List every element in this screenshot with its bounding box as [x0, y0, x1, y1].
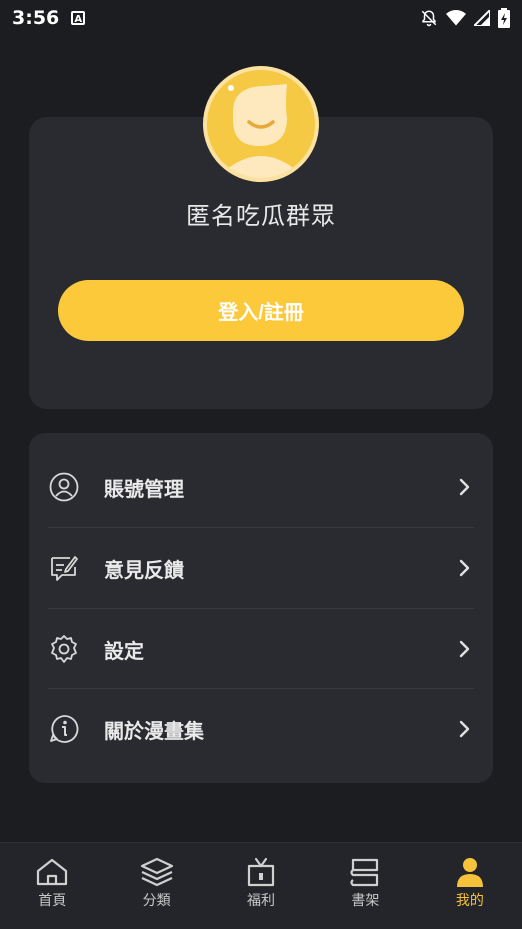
bookshelf-icon — [350, 858, 379, 887]
chevron-right-icon — [459, 720, 470, 738]
chevron-right-icon — [459, 478, 470, 496]
tab-label: 分類 — [142, 893, 171, 909]
menu-item-label: 設定 — [104, 638, 144, 663]
gift-icon — [247, 857, 275, 887]
menu-card: 賬號管理 意見反饋 設定 關於漫畫集 — [29, 433, 493, 783]
tab-label: 我的 — [455, 893, 484, 909]
bottom-tab-bar: 首頁 分類 福利 書架 我的 — [0, 842, 522, 929]
menu-item-feedback[interactable]: 意見反饋 — [48, 528, 474, 608]
a-icon: A — [71, 11, 86, 25]
signal-icon — [474, 10, 490, 26]
tab-label: 書架 — [351, 893, 380, 909]
chevron-right-icon — [459, 559, 470, 577]
bell-off-icon — [421, 10, 437, 27]
tab-home[interactable]: 首頁 — [0, 843, 104, 929]
nickname-label: 匿名吃瓜群眾 — [186, 202, 336, 230]
menu-item-label: 賬號管理 — [104, 476, 184, 501]
chevron-right-icon — [459, 640, 470, 658]
person-icon — [456, 858, 483, 887]
gear-icon — [48, 633, 80, 665]
status-bar: 3:56 A — [0, 0, 522, 36]
tab-mine[interactable]: 我的 — [418, 843, 522, 929]
layers-icon — [140, 857, 173, 887]
battery-icon — [498, 8, 510, 28]
user-circle-icon — [48, 471, 80, 503]
feedback-icon — [48, 552, 80, 584]
home-icon — [37, 858, 68, 886]
menu-item-about[interactable]: 關於漫畫集 — [48, 689, 474, 769]
wifi-icon — [446, 10, 466, 26]
login-register-button[interactable]: 登入/註冊 — [58, 280, 464, 341]
status-time: 3:56 — [12, 7, 60, 29]
menu-item-label: 意見反饋 — [104, 557, 184, 582]
tab-welfare[interactable]: 福利 — [209, 843, 313, 929]
menu-item-label: 關於漫畫集 — [104, 718, 204, 743]
tab-bookshelf[interactable]: 書架 — [313, 843, 417, 929]
info-icon — [48, 713, 80, 745]
tab-label: 福利 — [247, 893, 276, 909]
menu-item-settings[interactable]: 設定 — [48, 609, 474, 689]
tab-label: 首頁 — [38, 893, 67, 909]
tab-category[interactable]: 分類 — [104, 843, 208, 929]
smiley-avatar-icon[interactable] — [207, 70, 315, 178]
menu-item-account[interactable]: 賬號管理 — [48, 447, 474, 527]
